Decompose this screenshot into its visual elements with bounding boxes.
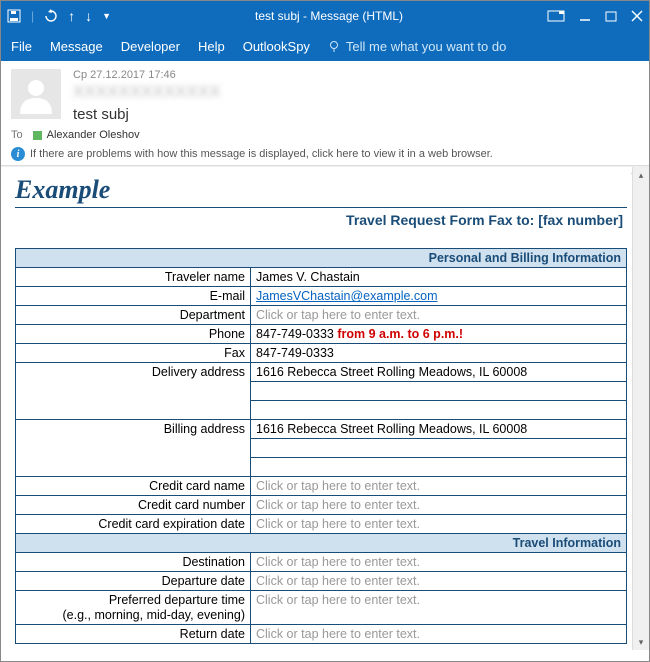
- val-phone: 847-749-0333 from 9 a.m. to 6 p.m.!: [251, 325, 627, 344]
- label-dest: Destination: [16, 553, 251, 572]
- to-line: To Alexander Oleshov: [1, 127, 649, 143]
- label-ddate: Departure date: [16, 572, 251, 591]
- val-ddate[interactable]: Click or tap here to enter text.: [251, 572, 627, 591]
- info-icon: i: [11, 147, 25, 161]
- scroll-down-icon[interactable]: ▾: [633, 634, 649, 650]
- val-ptime[interactable]: Click or tap here to enter text.: [251, 591, 627, 625]
- maximize-icon[interactable]: [605, 10, 617, 22]
- minimize-icon[interactable]: [579, 10, 591, 22]
- val-traveler: James V. Chastain: [251, 268, 627, 287]
- menu-outlookspy[interactable]: OutlookSpy: [243, 39, 310, 54]
- save-icon[interactable]: [7, 9, 21, 23]
- section-travel: Travel Information: [16, 534, 627, 553]
- down-arrow-icon[interactable]: ↓: [85, 8, 92, 24]
- form-header: Travel Request Form Fax to: [fax number]: [15, 207, 627, 248]
- message-subject: test subj: [73, 106, 639, 123]
- val-email[interactable]: JamesVChastain@example.com: [256, 289, 438, 303]
- to-name: Alexander Oleshov: [47, 129, 140, 141]
- val-deliv-2: [251, 382, 627, 401]
- presence-icon: [33, 131, 42, 140]
- message-date: Cp 27.12.2017 17:46: [73, 69, 639, 81]
- lightbulb-icon: [328, 40, 341, 53]
- avatar: [11, 69, 61, 119]
- val-dept[interactable]: Click or tap here to enter text.: [251, 306, 627, 325]
- val-bill-3: [251, 458, 627, 477]
- label-bill: Billing address: [16, 420, 251, 477]
- val-deliv-3: [251, 401, 627, 420]
- label-phone: Phone: [16, 325, 251, 344]
- window-title: test subj - Message (HTML): [111, 9, 547, 23]
- val-dest[interactable]: Click or tap here to enter text.: [251, 553, 627, 572]
- travel-form-table: Personal and Billing Information Travele…: [15, 248, 627, 644]
- label-ccexp: Credit card expiration date: [16, 515, 251, 534]
- label-dept: Department: [16, 306, 251, 325]
- label-ptime: Preferred departure time(e.g., morning, …: [16, 591, 251, 625]
- scroll-up-icon[interactable]: ▴: [633, 167, 649, 183]
- divider: |: [31, 9, 34, 23]
- qat-dropdown-icon[interactable]: ▼: [102, 11, 111, 21]
- label-traveler: Traveler name: [16, 268, 251, 287]
- up-arrow-icon[interactable]: ↑: [68, 8, 75, 24]
- to-recipient[interactable]: Alexander Oleshov: [33, 129, 140, 141]
- val-ccname[interactable]: Click or tap here to enter text.: [251, 477, 627, 496]
- menubar: File Message Developer Help OutlookSpy T…: [1, 31, 649, 61]
- menu-message[interactable]: Message: [50, 39, 103, 54]
- menu-developer[interactable]: Developer: [121, 39, 180, 54]
- doc-heading: Example: [15, 175, 627, 205]
- val-deliv: 1616 Rebecca Street Rolling Meadows, IL …: [251, 363, 627, 382]
- val-ccnum[interactable]: Click or tap here to enter text.: [251, 496, 627, 515]
- label-fax: Fax: [16, 344, 251, 363]
- body-scrollbar[interactable]: ▴ ▾: [632, 167, 649, 650]
- to-label: To: [11, 129, 23, 141]
- label-ccnum: Credit card number: [16, 496, 251, 515]
- val-fax: 847-749-0333: [251, 344, 627, 363]
- close-icon[interactable]: [631, 10, 643, 22]
- section-personal: Personal and Billing Information: [16, 249, 627, 268]
- val-bill-2: [251, 439, 627, 458]
- message-body: ▴ ▾ Example Travel Request Form Fax to: …: [1, 166, 649, 650]
- infobar-text: If there are problems with how this mess…: [30, 148, 493, 160]
- label-deliv: Delivery address: [16, 363, 251, 420]
- label-email: E-mail: [16, 287, 251, 306]
- menu-help[interactable]: Help: [198, 39, 225, 54]
- infobar[interactable]: i If there are problems with how this me…: [1, 143, 649, 166]
- tellme-label: Tell me what you want to do: [346, 39, 506, 54]
- val-ccexp[interactable]: Click or tap here to enter text.: [251, 515, 627, 534]
- tellme-search[interactable]: Tell me what you want to do: [328, 39, 506, 54]
- message-header: Cp 27.12.2017 17:46 XXXXXXXXXXXXX test s…: [1, 61, 649, 127]
- refresh-icon[interactable]: [44, 9, 58, 23]
- ribbon-options-icon[interactable]: [547, 10, 565, 22]
- val-rdate[interactable]: Click or tap here to enter text.: [251, 625, 627, 644]
- menu-file[interactable]: File: [11, 39, 32, 54]
- message-from: XXXXXXXXXXXXX: [73, 82, 639, 102]
- label-ccname: Credit card name: [16, 477, 251, 496]
- val-bill: 1616 Rebecca Street Rolling Meadows, IL …: [251, 420, 627, 439]
- titlebar: | ↑ ↓ ▼ test subj - Message (HTML): [1, 1, 649, 31]
- label-rdate: Return date: [16, 625, 251, 644]
